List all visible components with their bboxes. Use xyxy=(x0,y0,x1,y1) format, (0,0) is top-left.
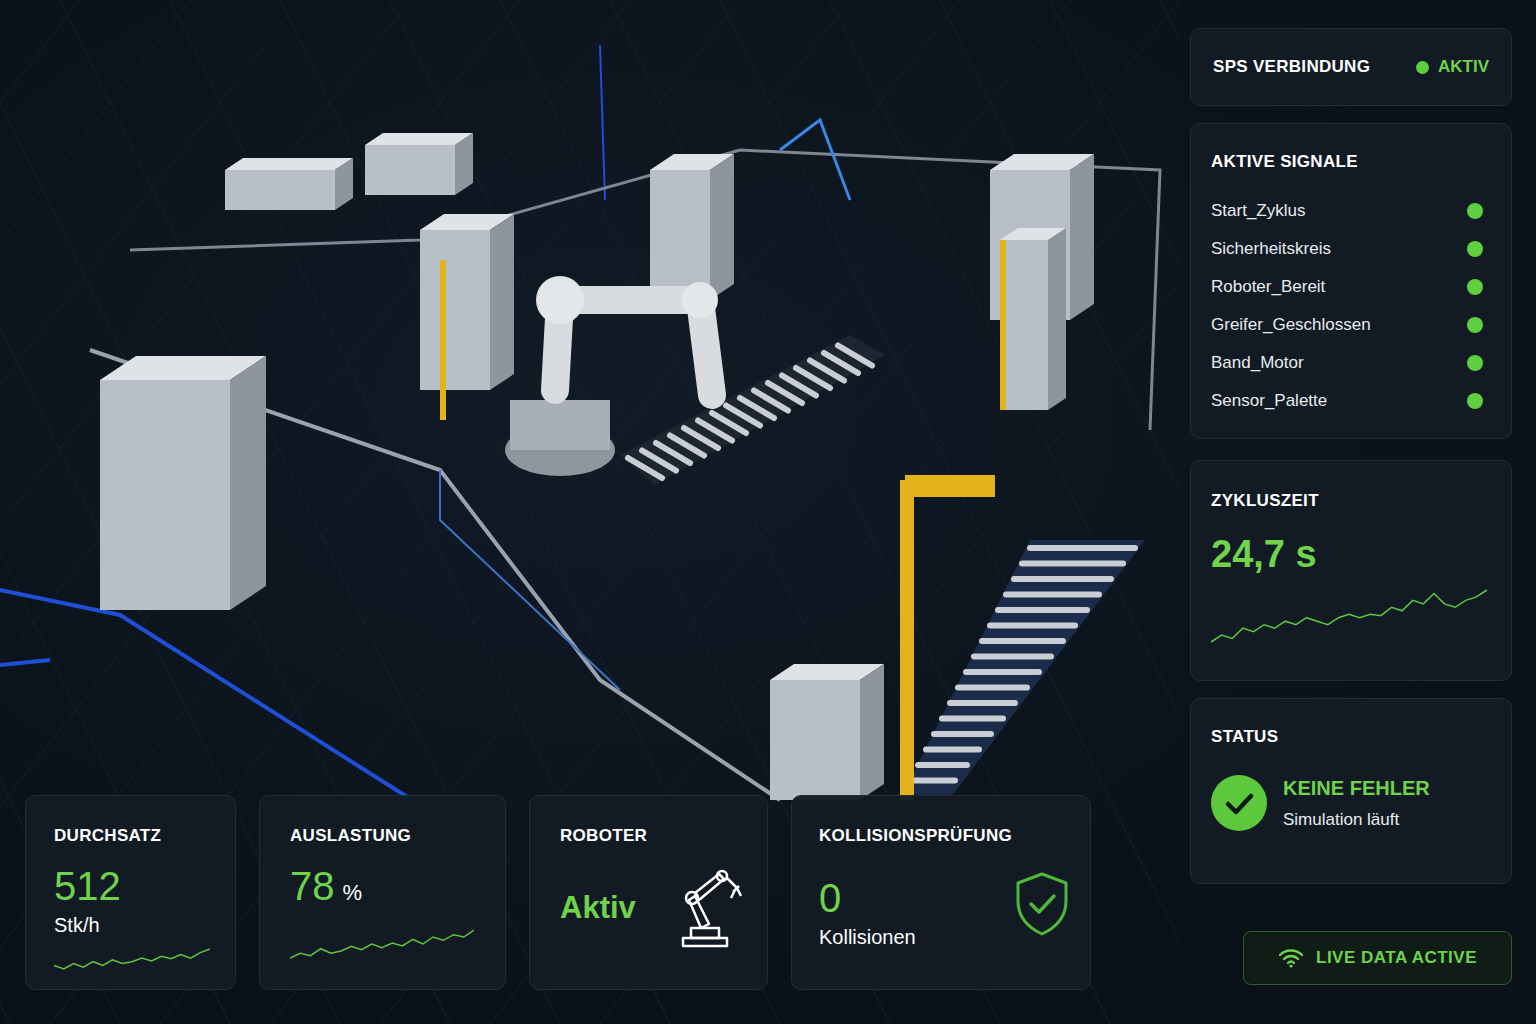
signal-dot-icon xyxy=(1467,241,1483,257)
metric-unit: Kollisionen xyxy=(819,926,916,949)
status-card: STATUS KEINE FEHLER Simulation läuft xyxy=(1190,698,1512,884)
metric-value: 78% xyxy=(290,864,485,908)
signal-dot-icon xyxy=(1467,317,1483,333)
cycle-time-card: ZYKLUSZEIT 24,7 s xyxy=(1190,460,1512,681)
cycle-time-value: 24,7 s xyxy=(1211,533,1489,576)
metric-card: KOLLISIONSPRÜFUNG 0 Kollisionen xyxy=(791,795,1091,990)
side-panel: SPS VERBINDUNG AKTIV AKTIVE SIGNALE Start_Z… xyxy=(1190,28,1512,990)
signal-name: Roboter_Bereit xyxy=(1211,277,1325,297)
signal-dot-icon xyxy=(1467,279,1483,295)
signal-dot-icon xyxy=(1467,393,1483,409)
cycle-time-chart xyxy=(1211,588,1487,644)
metric-value: 512 xyxy=(54,864,215,908)
trend-chart xyxy=(54,947,210,971)
signal-name: Sensor_Palette xyxy=(1211,391,1327,411)
shield-check-icon xyxy=(1014,871,1070,937)
cycle-time-title: ZYKLUSZEIT xyxy=(1211,491,1489,511)
metric-card: AUSLASTUNG 78% xyxy=(259,795,506,990)
signal-dot-icon xyxy=(1467,355,1483,371)
metric-card: DURCHSATZ 512 Stk/h xyxy=(25,795,236,990)
metric-title: ROBOTER xyxy=(560,826,747,846)
status-detail: Simulation läuft xyxy=(1283,810,1430,830)
connection-label: SPS VERBINDUNG xyxy=(1213,57,1370,77)
status-message: KEINE FEHLER xyxy=(1283,777,1430,800)
trend-chart xyxy=(290,928,474,960)
live-data-button[interactable]: LIVE DATA ACTIVE xyxy=(1243,931,1512,985)
signal-name: Start_Zyklus xyxy=(1211,201,1305,221)
signal-row: Band_Motor xyxy=(1211,344,1483,382)
signal-row: Roboter_Bereit xyxy=(1211,268,1483,306)
status-dot-icon xyxy=(1416,61,1429,74)
metric-value: Aktiv xyxy=(560,890,636,926)
signal-name: Band_Motor xyxy=(1211,353,1304,373)
signal-dot-icon xyxy=(1467,203,1483,219)
connection-status: AKTIV xyxy=(1416,57,1489,77)
metric-card: ROBOTER Aktiv xyxy=(529,795,768,990)
connection-card: SPS VERBINDUNG AKTIV xyxy=(1190,28,1512,106)
signal-name: Greifer_Geschlossen xyxy=(1211,315,1371,335)
metric-unit: % xyxy=(343,880,363,905)
robot-arm-icon xyxy=(677,866,747,950)
signals-card: AKTIVE SIGNALE Start_Zyklus Sicherheitskre… xyxy=(1190,123,1512,439)
signal-row: Sicherheitskreis xyxy=(1211,230,1483,268)
wifi-icon xyxy=(1278,948,1304,968)
metric-value: 0 xyxy=(819,876,916,920)
check-circle-icon xyxy=(1211,775,1267,831)
signal-row: Greifer_Geschlossen xyxy=(1211,306,1483,344)
dashboard: DURCHSATZ 512 Stk/h AUSLASTUNG 78% ROBOTER Akt… xyxy=(0,0,1536,1024)
metrics-row: DURCHSATZ 512 Stk/h AUSLASTUNG 78% ROBOTER Akt… xyxy=(25,795,1170,990)
metric-title: DURCHSATZ xyxy=(54,826,215,846)
signal-name: Sicherheitskreis xyxy=(1211,239,1331,259)
signal-row: Sensor_Palette xyxy=(1211,382,1483,420)
signals-title: AKTIVE SIGNALE xyxy=(1211,152,1483,172)
metric-unit: Stk/h xyxy=(54,914,215,937)
live-data-label: LIVE DATA ACTIVE xyxy=(1316,948,1477,968)
metric-title: KOLLISIONSPRÜFUNG xyxy=(819,826,1070,846)
metric-title: AUSLASTUNG xyxy=(290,826,485,846)
signal-row: Start_Zyklus xyxy=(1211,192,1483,230)
status-title: STATUS xyxy=(1211,727,1491,747)
